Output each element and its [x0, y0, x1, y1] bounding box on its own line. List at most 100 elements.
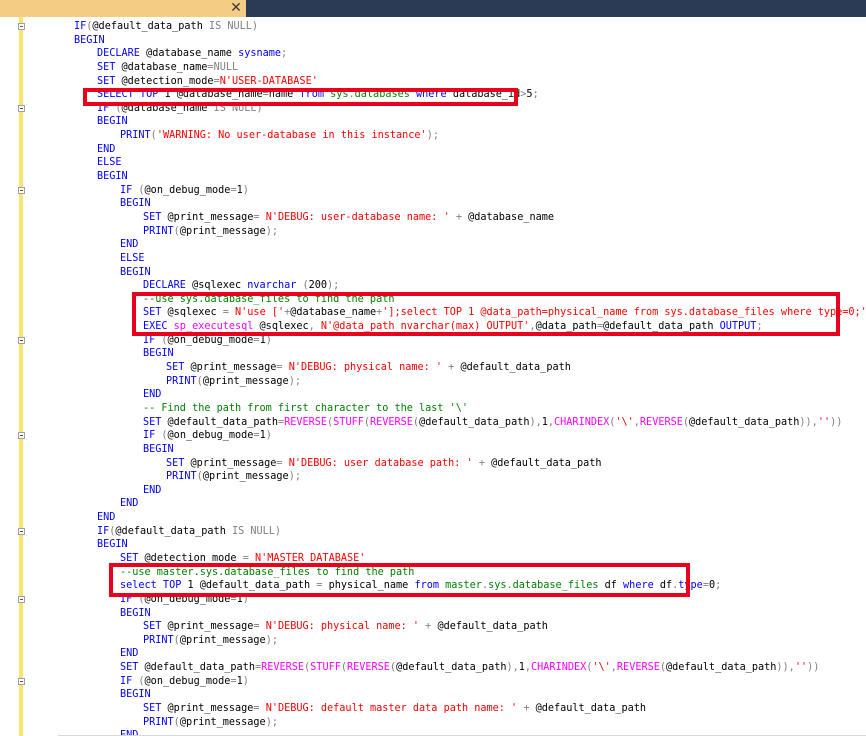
collapse-outline-icon[interactable]: [18, 23, 25, 30]
code-line[interactable]: PRINT(@print_message);: [28, 225, 866, 239]
code-token: END: [120, 239, 139, 251]
code-line[interactable]: END: [28, 484, 866, 498]
code-token: @database_name: [146, 48, 239, 60]
code-line[interactable]: SET @print_message= N'DEBUG: user-databa…: [28, 211, 866, 225]
code-token: IF: [120, 184, 139, 196]
code-line[interactable]: IF (@on_debug_mode=1): [18, 184, 866, 198]
code-line[interactable]: -- Find the path from first character to…: [28, 402, 866, 416]
code-line[interactable]: SET @detection_mode=N'USER-DATABASE': [28, 75, 866, 89]
code-token: N'DEBUG: user database path: ': [288, 457, 473, 469]
code-token: IF: [74, 21, 87, 32]
code-line[interactable]: SET @default_data_path=REVERSE(STUFF(REV…: [28, 416, 866, 430]
code-line[interactable]: BEGIN: [28, 347, 866, 361]
code-token: )),: [799, 416, 818, 428]
code-line[interactable]: BEGIN: [28, 607, 866, 621]
code-token: @default_data_path: [437, 621, 548, 633]
code-line[interactable]: END: [28, 497, 866, 511]
code-token: SET: [97, 61, 122, 73]
code-line[interactable]: BEGIN: [28, 34, 866, 48]
code-token: '': [817, 416, 831, 428]
code-token: END: [120, 648, 139, 660]
code-token: IS NULL: [231, 525, 275, 537]
code-token: STUFF: [310, 662, 341, 674]
code-line[interactable]: END: [28, 143, 866, 157]
collapse-outline-icon[interactable]: [18, 595, 25, 603]
code-token: +: [449, 211, 469, 223]
code-token: );: [265, 225, 278, 237]
code-line[interactable]: SET @database_name=NULL: [28, 61, 866, 75]
code-line[interactable]: SET @print_message= N'DEBUG: default mas…: [28, 702, 866, 716]
code-token: );: [426, 130, 439, 142]
code-token: SET: [143, 621, 168, 633]
close-icon[interactable]: ✕: [229, 0, 243, 17]
code-token: BEGIN: [143, 348, 174, 360]
code-line[interactable]: BEGIN: [28, 197, 866, 211]
code-line[interactable]: SET @print_message= N'DEBUG: user databa…: [28, 457, 866, 471]
code-token: @default_data_path: [115, 525, 232, 537]
code-line[interactable]: PRINT(@print_message);: [28, 470, 866, 484]
collapse-outline-icon[interactable]: [18, 527, 25, 535]
code-token: @on_debug_mode: [144, 675, 231, 687]
code-line[interactable]: PRINT(@print_message);: [28, 634, 866, 648]
code-text-area[interactable]: IF(@default_data_path IS NULL) BEGIN DECLA…: [18, 20, 866, 736]
code-line[interactable]: BEGIN: [28, 538, 866, 552]
active-document-tab[interactable]: ✕: [0, 0, 246, 17]
code-token: REVERSE: [639, 416, 683, 428]
collapse-outline-icon[interactable]: [18, 186, 25, 194]
code-line[interactable]: IF(@default_data_path IS NULL): [18, 525, 866, 539]
code-token: @print_message: [167, 703, 254, 715]
code-line[interactable]: BEGIN: [28, 443, 866, 457]
document-tab-bar: ✕: [0, 0, 866, 17]
code-token: DECLARE: [97, 48, 147, 60]
code-line[interactable]: IF (@on_debug_mode=1): [18, 675, 866, 689]
code-token: N'DEBUG: physical name: ': [265, 621, 420, 633]
code-token: SET: [143, 703, 168, 715]
code-token: @print_message: [202, 375, 289, 387]
collapse-outline-icon[interactable]: [18, 104, 25, 112]
code-token: IF: [120, 675, 139, 687]
line-gutter: [0, 17, 18, 736]
code-line[interactable]: BEGIN: [28, 266, 866, 280]
code-token: ),: [506, 662, 519, 674]
collapse-outline-icon[interactable]: [18, 432, 25, 440]
code-token: BEGIN: [74, 34, 105, 46]
code-line[interactable]: PRINT(@print_message);: [28, 375, 866, 389]
code-token: )): [830, 416, 843, 428]
code-line[interactable]: PRINT(@print_message);: [28, 716, 866, 730]
code-token: IF: [143, 334, 162, 346]
code-line[interactable]: ELSE: [28, 156, 866, 170]
code-token: =: [253, 703, 266, 715]
code-token: sysname: [238, 48, 282, 60]
code-line[interactable]: END: [28, 647, 866, 661]
code-token: END: [143, 389, 162, 401]
code-line[interactable]: PRINT('WARNING: No user-database in this…: [28, 129, 866, 143]
code-line[interactable]: END: [28, 511, 866, 525]
code-line[interactable]: BEGIN: [28, 170, 866, 184]
code-editor[interactable]: IF(@default_data_path IS NULL) BEGIN DECLA…: [0, 17, 866, 736]
code-line[interactable]: BEGIN: [28, 688, 866, 702]
collapse-outline-icon[interactable]: [18, 336, 25, 344]
code-line[interactable]: SET @print_message= N'DEBUG: physical na…: [28, 361, 866, 375]
code-token: CHARINDEX: [531, 662, 587, 674]
highlight-box-sqlexec: [132, 292, 840, 336]
code-line[interactable]: ELSE: [28, 252, 866, 266]
code-token: nvarchar: [247, 280, 303, 292]
code-line[interactable]: END: [28, 238, 866, 252]
code-line[interactable]: SET @default_data_path=REVERSE(STUFF(REV…: [28, 661, 866, 675]
code-token: @print_message: [179, 225, 266, 237]
code-line[interactable]: SET @print_message= N'DEBUG: physical na…: [28, 620, 866, 634]
code-line[interactable]: END: [28, 388, 866, 402]
code-line[interactable]: DECLARE @database_name sysname;: [28, 47, 866, 61]
code-token: END: [143, 484, 162, 496]
code-token: DECLARE: [143, 280, 193, 292]
code-line[interactable]: BEGIN: [28, 115, 866, 129]
code-token: @default_data_path: [419, 416, 530, 428]
code-line[interactable]: IF (@on_debug_mode=1): [18, 429, 866, 443]
code-token: REVERSE: [369, 416, 413, 428]
code-token: @default_data_path: [491, 457, 602, 469]
code-token: STUFF: [333, 416, 364, 428]
code-line[interactable]: DECLARE @sqlexec nvarchar (200);: [28, 279, 866, 293]
code-token: @print_message: [179, 716, 266, 728]
code-line[interactable]: IF(@default_data_path IS NULL): [18, 20, 866, 34]
collapse-outline-icon[interactable]: [18, 677, 25, 685]
